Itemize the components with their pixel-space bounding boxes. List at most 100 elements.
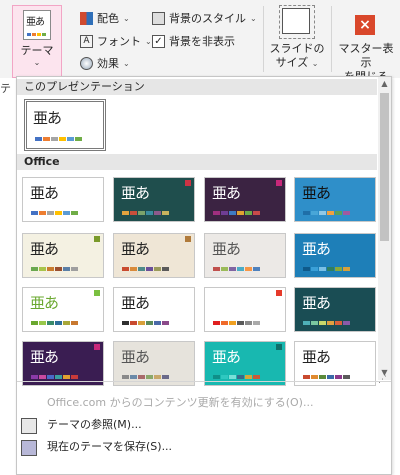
theme-color-swatch (213, 267, 220, 271)
theme-color-swatch (303, 211, 310, 215)
effects-button[interactable]: 効果 ⌄ (80, 55, 130, 71)
chevron-down-icon: ⌄ (145, 36, 152, 46)
theme-accent-shape (276, 180, 282, 186)
close-master-label-line1: マスター表示 (338, 42, 394, 69)
effects-icon (80, 56, 93, 70)
chevron-down-icon: ⌄ (250, 13, 257, 23)
theme-color-swatch (245, 321, 252, 325)
theme-thumbnail[interactable]: 亜あ (113, 233, 195, 278)
theme-color-swatch (138, 375, 145, 379)
theme-color-swatch (343, 321, 350, 325)
theme-accent-shape (94, 290, 100, 296)
menu-item-label: 現在のテーマを保存(S)... (47, 440, 173, 453)
theme-color-swatch (327, 375, 334, 379)
theme-thumbnail-title: 亜あ (121, 184, 150, 202)
theme-color-bars (213, 375, 260, 379)
theme-thumbnail[interactable]: 亜あ (294, 233, 376, 278)
theme-color-swatch (319, 267, 326, 271)
theme-color-swatch (162, 375, 169, 379)
theme-color-bars (31, 321, 78, 325)
theme-thumbnail[interactable]: 亜あ (294, 287, 376, 332)
section-header-current: このプレゼンテーション (17, 79, 377, 95)
theme-color-swatch (47, 267, 54, 271)
theme-color-swatch (63, 321, 70, 325)
theme-color-swatch (253, 267, 260, 271)
fonts-button[interactable]: A フォント ⌄ (80, 33, 152, 49)
current-theme-thumbnail[interactable]: 亜あ (24, 99, 106, 151)
theme-color-bars (213, 321, 260, 325)
theme-color-bars (31, 267, 78, 271)
theme-color-swatch (122, 375, 129, 379)
theme-thumbnail[interactable]: 亜あ (294, 177, 376, 222)
background-style-button[interactable]: 背景のスタイル ⌄ (152, 10, 257, 26)
theme-thumbnail[interactable]: 亜あ (22, 287, 104, 332)
menu-item-save-theme[interactable]: 現在のテーマを保存(S)... (17, 437, 377, 457)
ribbon-divider (331, 6, 332, 72)
theme-color-bars (122, 375, 169, 379)
menu-divider (17, 381, 391, 382)
theme-color-swatch (130, 321, 137, 325)
theme-thumbnail[interactable]: 亜あ (204, 177, 286, 222)
theme-thumbnail[interactable]: 亜あ (113, 341, 195, 386)
theme-color-swatch (146, 375, 153, 379)
theme-color-bars (122, 267, 169, 271)
themes-button-label: テーマ (20, 44, 54, 57)
theme-thumbnail[interactable]: 亜あ (22, 341, 104, 386)
ribbon-divider (263, 6, 264, 72)
theme-thumbnail[interactable]: 亜あ (113, 177, 195, 222)
theme-color-swatch (71, 375, 78, 379)
theme-icon: 亜あ (23, 10, 51, 40)
theme-color-swatch (47, 211, 54, 215)
font-icon: A (80, 34, 93, 48)
theme-color-swatch (67, 137, 74, 141)
theme-color-swatch (229, 267, 236, 271)
theme-thumbnail[interactable]: 亜あ (294, 341, 376, 386)
theme-color-swatch (55, 267, 62, 271)
theme-color-swatch (253, 321, 260, 325)
theme-color-swatch (221, 321, 228, 325)
scrollbar-thumb[interactable] (380, 93, 389, 241)
themes-dropdown: このプレゼンテーション 亜あ Office 亜あ 亜あ 亜あ 亜あ 亜あ 亜あ 亜あ 亜あ 亜あ… (16, 76, 392, 475)
theme-color-swatch (311, 267, 318, 271)
scroll-up-arrow-icon[interactable]: ▲ (378, 77, 391, 91)
theme-thumbnail[interactable]: 亜あ (204, 287, 286, 332)
theme-thumbnail[interactable]: 亜あ (113, 287, 195, 332)
resize-grip-icon[interactable]: ⋰ (378, 375, 387, 385)
theme-color-swatch (311, 375, 318, 379)
theme-color-swatch (154, 211, 161, 215)
theme-color-swatch (31, 321, 38, 325)
themes-button[interactable]: 亜あ テーマ ⌄ (12, 5, 62, 78)
theme-color-bars (213, 211, 260, 215)
theme-color-swatch (39, 267, 46, 271)
theme-thumbnail[interactable]: 亜あ (204, 341, 286, 386)
theme-color-swatch (43, 137, 50, 141)
theme-thumbnail[interactable]: 亜あ (204, 233, 286, 278)
theme-accent-shape (276, 344, 282, 350)
gallery-scrollbar[interactable]: ▲ ▼ (378, 77, 391, 380)
checkbox-checked-icon: ✓ (152, 34, 165, 48)
theme-color-swatch (55, 375, 62, 379)
theme-color-swatch (162, 321, 169, 325)
theme-color-swatch (327, 211, 334, 215)
theme-color-swatch (245, 267, 252, 271)
ribbon: 亜あ テーマ ⌄ 配色 ⌄ A フォント ⌄ 効果 ⌄ 背景のスタイル ⌄ ✓ … (0, 0, 400, 83)
theme-accent-shape (94, 344, 100, 350)
save-theme-icon (21, 440, 37, 456)
theme-color-swatch (343, 267, 350, 271)
colors-button[interactable]: 配色 ⌄ (80, 10, 130, 26)
theme-color-swatch (311, 321, 318, 325)
theme-color-swatch (59, 137, 66, 141)
menu-item-browse-themes[interactable]: テーマの参照(M)... (17, 415, 377, 435)
theme-color-swatch (31, 267, 38, 271)
slide-size-label-text: サイズ (275, 56, 309, 69)
menu-item-label: テーマの参照(M)... (47, 418, 142, 431)
theme-thumbnail[interactable]: 亜あ (22, 233, 104, 278)
theme-color-swatch (327, 267, 334, 271)
theme-color-swatch (138, 267, 145, 271)
theme-icon-text: 亜あ (26, 17, 45, 28)
hide-background-checkbox[interactable]: ✓ 背景を非表示 (152, 33, 235, 49)
theme-thumbnail[interactable]: 亜あ (22, 177, 104, 222)
menu-item-label: Office.com からのコンテンツ更新を有効にする(O)... (47, 396, 314, 409)
theme-color-swatch (39, 211, 46, 215)
chevron-down-icon: ⌄ (123, 13, 130, 23)
